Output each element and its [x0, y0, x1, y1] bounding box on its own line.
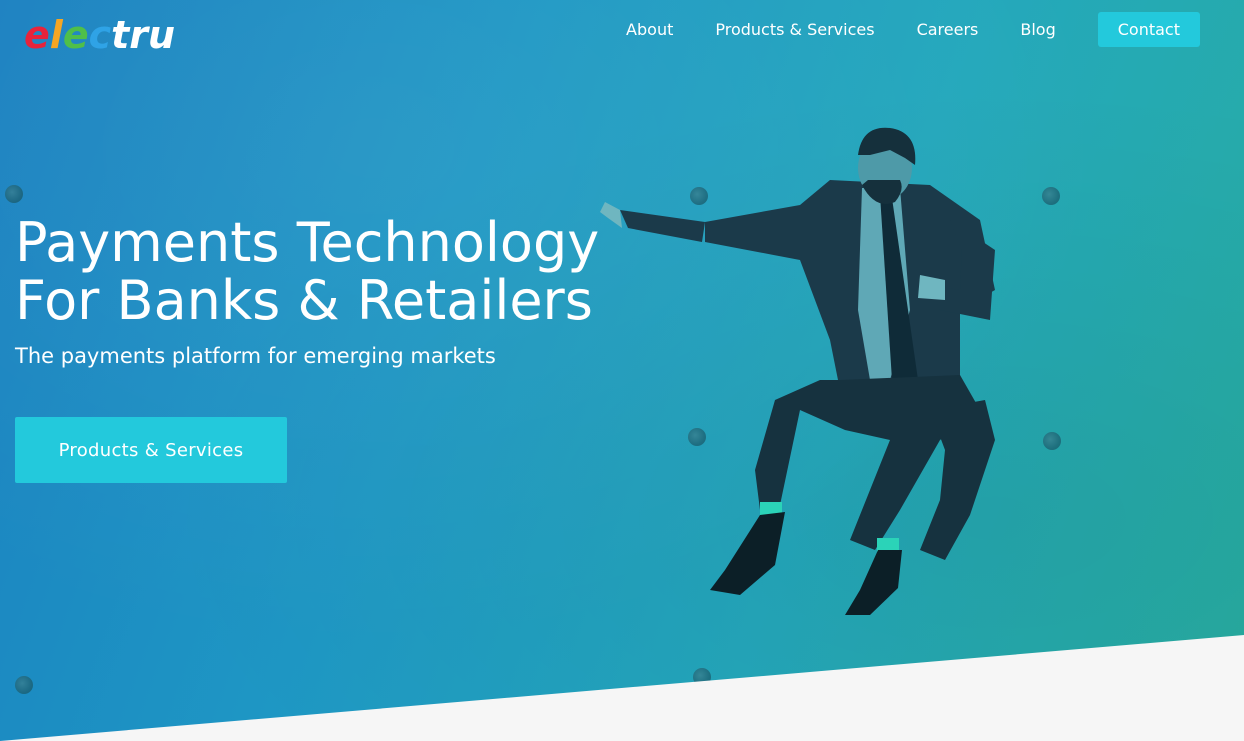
nav-about-link[interactable]: About [626, 20, 673, 39]
contact-button[interactable]: Contact [1097, 12, 1200, 47]
nav-careers-link[interactable]: Careers [917, 20, 979, 39]
wall-bolt [5, 185, 23, 203]
hero-subheadline: The payments platform for emerging marke… [15, 344, 496, 368]
main-nav: About Products & Services Careers Blog C… [584, 12, 1200, 47]
headline-line-1: Payments Technology [15, 211, 600, 274]
section-divider [0, 635, 1244, 741]
products-services-button[interactable]: Products & Services [15, 417, 287, 483]
svg-text:electrum: electrum [24, 13, 174, 54]
businessman-jumping-icon [600, 127, 995, 615]
headline-line-2: For Banks & Retailers [15, 269, 593, 332]
hero-headline: Payments Technology For Banks & Retailer… [15, 214, 599, 330]
electrum-logo[interactable]: electrum [24, 8, 174, 54]
hero-section: electrum About Products & Services Caree… [0, 0, 1244, 741]
nav-blog-link[interactable]: Blog [1020, 20, 1055, 39]
nav-products-link[interactable]: Products & Services [715, 20, 874, 39]
